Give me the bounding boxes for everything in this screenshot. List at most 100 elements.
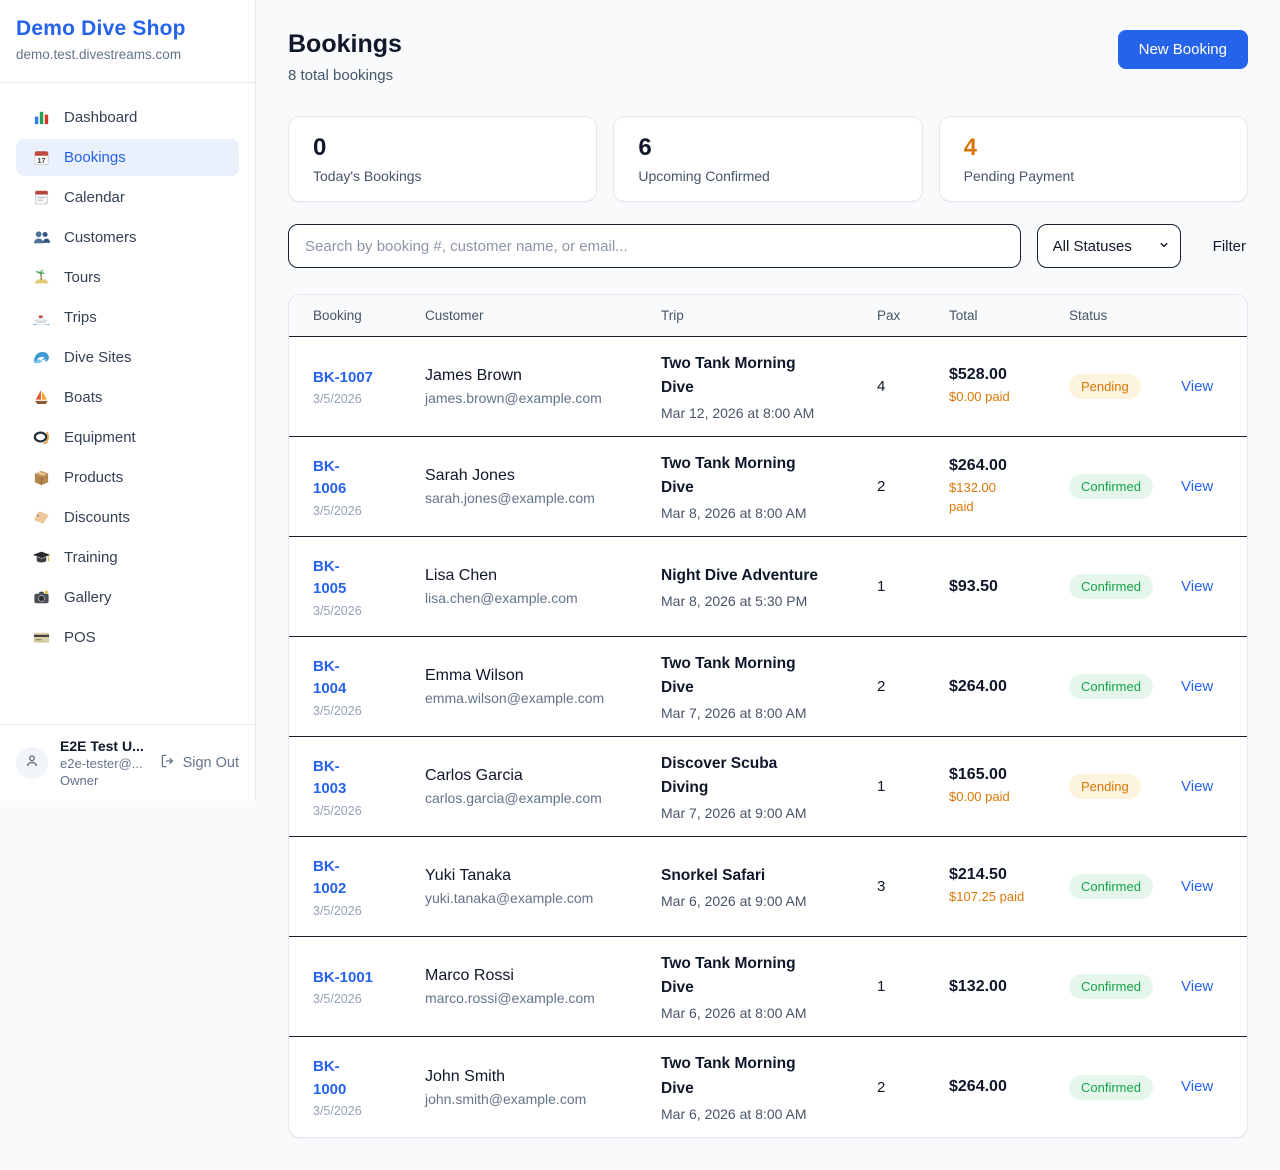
shop-domain: demo.test.divestreams.com <box>16 47 239 62</box>
table-header-row: BookingCustomerTripPaxTotalStatus <box>289 295 1247 337</box>
sidebar-item-label: Equipment <box>64 429 136 446</box>
sidebar-item-products[interactable]: Products <box>16 459 239 496</box>
sidebar-item-customers[interactable]: Customers <box>16 219 239 256</box>
total-amount: $93.50 <box>949 578 1053 596</box>
trip-datetime: Mar 6, 2026 at 8:00 AM <box>661 1106 861 1122</box>
package-icon <box>32 468 51 487</box>
view-cell: View <box>1181 1078 1223 1096</box>
page-title: Bookings <box>288 30 402 59</box>
view-link[interactable]: View <box>1181 1078 1213 1095</box>
trip-name-line: Snorkel Safari <box>661 864 861 888</box>
sidebar-item-discounts[interactable]: Discounts <box>16 499 239 536</box>
booking-id-link[interactable]: BK-1002 <box>313 856 409 901</box>
person-icon <box>23 752 41 775</box>
column-header-status: Status <box>1069 308 1181 323</box>
status-filter-select[interactable]: All Statuses <box>1037 224 1181 268</box>
status-badge: Confirmed <box>1069 674 1153 699</box>
sidebar-item-tours[interactable]: Tours <box>16 259 239 296</box>
sidebar-item-equipment[interactable]: Equipment <box>16 419 239 456</box>
bookings-table: BookingCustomerTripPaxTotalStatus BK-100… <box>288 294 1248 1138</box>
amount-paid: $0.00 paid <box>949 388 1053 407</box>
booking-id-line: 1002 <box>313 878 409 901</box>
user-role: Owner <box>60 773 148 788</box>
sidebar-item-bookings[interactable]: 17Bookings <box>16 139 239 176</box>
booking-date: 3/5/2026 <box>313 992 409 1006</box>
trip-name: Two Tank MorningDive <box>661 452 861 500</box>
sidebar-item-trips[interactable]: Trips <box>16 299 239 336</box>
booking-date: 3/5/2026 <box>313 904 409 918</box>
trip-name-line: Two Tank Morning <box>661 1052 861 1076</box>
customer-name: John Smith <box>425 1068 645 1086</box>
booking-id-link[interactable]: BK-1007 <box>313 367 409 390</box>
filter-button[interactable]: Filter <box>1213 238 1246 255</box>
wave-icon <box>32 348 51 367</box>
new-booking-button[interactable]: New Booking <box>1118 30 1248 69</box>
trip-name: Discover ScubaDiving <box>661 752 861 800</box>
view-link[interactable]: View <box>1181 678 1213 695</box>
pax-cell: 1 <box>877 778 949 795</box>
view-link[interactable]: View <box>1181 378 1213 395</box>
pax-cell: 2 <box>877 478 949 495</box>
total-cell: $214.50 $107.25 paid <box>949 866 1069 907</box>
logout-icon <box>160 753 176 773</box>
tear-off-calendar-icon <box>32 188 51 207</box>
pax-cell: 4 <box>877 378 949 395</box>
trip-datetime: Mar 12, 2026 at 8:00 AM <box>661 405 861 421</box>
table-row: BK-10023/5/2026Yuki Tanakayuki.tanaka@ex… <box>289 837 1247 937</box>
trip-cell: Two Tank MorningDiveMar 6, 2026 at 8:00 … <box>661 952 877 1021</box>
trip-name-line: Discover Scuba <box>661 752 861 776</box>
trip-name-line: Two Tank Morning <box>661 352 861 376</box>
trip-name: Night Dive Adventure <box>661 564 861 588</box>
booking-id-link[interactable]: BK-1000 <box>313 1056 409 1101</box>
view-link[interactable]: View <box>1181 578 1213 595</box>
view-link[interactable]: View <box>1181 478 1213 495</box>
view-link[interactable]: View <box>1181 978 1213 995</box>
sidebar-item-pos[interactable]: POS <box>16 619 239 656</box>
column-header-total: Total <box>949 308 1069 323</box>
sidebar-item-dashboard[interactable]: Dashboard <box>16 99 239 136</box>
total-amount: $214.50 <box>949 866 1053 884</box>
booking-id-link[interactable]: BK-1006 <box>313 456 409 501</box>
customer-name: Marco Rossi <box>425 967 645 985</box>
stat-card-upcoming-confirmed: 6 Upcoming Confirmed <box>613 116 922 202</box>
booking-id-line: BK- <box>313 756 409 779</box>
people-icon <box>32 228 51 247</box>
pax-cell: 1 <box>877 978 949 995</box>
trip-datetime: Mar 8, 2026 at 5:30 PM <box>661 593 861 609</box>
sidebar-item-label: Calendar <box>64 189 125 206</box>
sidebar-item-boats[interactable]: Boats <box>16 379 239 416</box>
sidebar-item-training[interactable]: Training <box>16 539 239 576</box>
booking-id-link[interactable]: BK-1003 <box>313 756 409 801</box>
sign-out-button[interactable]: Sign Out <box>160 753 239 773</box>
status-cell: Confirmed <box>1069 974 1181 999</box>
sidebar-item-dive-sites[interactable]: Dive Sites <box>16 339 239 376</box>
booking-id-link[interactable]: BK-1004 <box>313 656 409 701</box>
stat-value: 6 <box>638 134 897 162</box>
trip-name-line: Two Tank Morning <box>661 952 861 976</box>
trip-name-line: Diving <box>661 776 861 800</box>
amount-paid: $0.00 paid <box>949 788 1053 807</box>
sidebar-item-calendar[interactable]: Calendar <box>16 179 239 216</box>
view-link[interactable]: View <box>1181 778 1213 795</box>
view-link[interactable]: View <box>1181 878 1213 895</box>
booking-date: 3/5/2026 <box>313 1104 409 1118</box>
status-cell: Pending <box>1069 374 1181 399</box>
total-amount: $264.00 <box>949 1078 1053 1096</box>
view-cell: View <box>1181 778 1223 796</box>
trip-cell: Two Tank MorningDiveMar 6, 2026 at 8:00 … <box>661 1052 877 1121</box>
booking-date: 3/5/2026 <box>313 704 409 718</box>
amount-paid-line: $107.25 paid <box>949 888 1053 907</box>
booking-id-link[interactable]: BK-1005 <box>313 556 409 601</box>
graduation-cap-icon <box>32 548 51 567</box>
sailboat-icon <box>32 388 51 407</box>
trip-name-line: Dive <box>661 976 861 1000</box>
user-email: e2e-tester@... <box>60 756 148 771</box>
booking-id-link[interactable]: BK-1001 <box>313 967 409 990</box>
customer-email: sarah.jones@example.com <box>425 490 645 506</box>
search-input[interactable] <box>288 224 1021 268</box>
stat-card-pending-payment: 4 Pending Payment <box>939 116 1248 202</box>
total-cell: $264.00 <box>949 1078 1069 1096</box>
sidebar-item-gallery[interactable]: Gallery <box>16 579 239 616</box>
customer-cell: Emma Wilsonemma.wilson@example.com <box>425 667 661 706</box>
status-cell: Confirmed <box>1069 674 1181 699</box>
